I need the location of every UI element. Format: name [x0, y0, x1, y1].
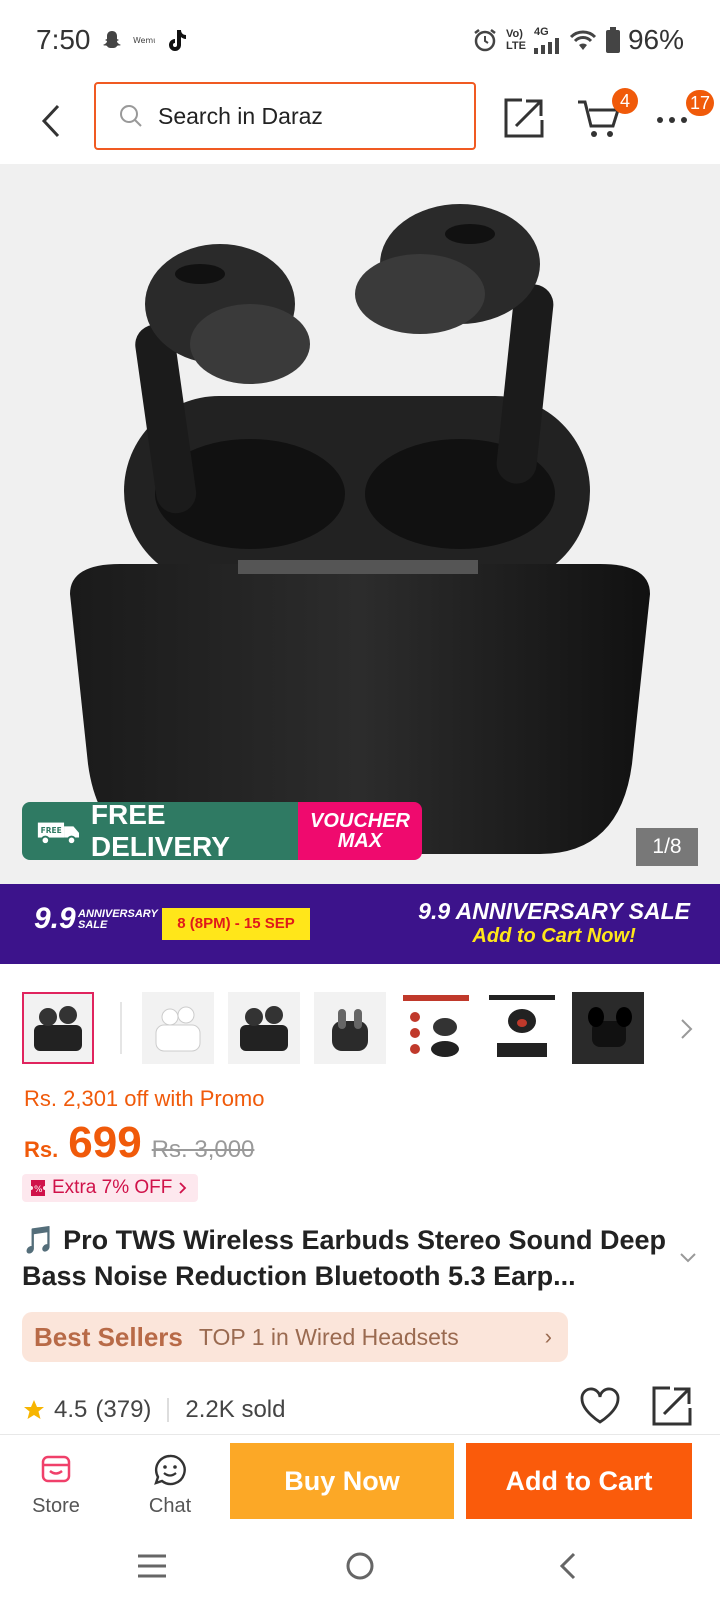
product-image[interactable]	[0, 164, 720, 884]
chat-label: Chat	[148, 1495, 192, 1517]
store-icon	[41, 1455, 71, 1483]
thumbnail-2[interactable]	[142, 992, 214, 1064]
status-bar: 7:50 Wemu Vo) LTE 4G 96%	[0, 0, 720, 80]
home-icon[interactable]	[340, 1548, 380, 1584]
sold-count: 2.2K sold	[185, 1396, 286, 1423]
store-button[interactable]: Store	[16, 1453, 96, 1518]
back-icon[interactable]	[30, 98, 76, 144]
store-label: Store	[32, 1495, 80, 1517]
voucher-line2: MAX	[337, 830, 383, 852]
sale-banner[interactable]: 9.9 ANNIVERSARY SALE 8 (8PM) - 15 SEP 9.…	[0, 884, 720, 964]
battery-level: 96%	[627, 24, 684, 55]
volte-indicator: Vo) LTE	[505, 28, 526, 52]
rating-value: 4.5	[54, 1396, 88, 1423]
thumbnail-earbuds-grey	[332, 1009, 368, 1051]
svg-text:%: %	[34, 1185, 43, 1195]
sale-date: 8 (8PM) - 15 SEP	[162, 908, 310, 940]
thumbnail-divider	[120, 1002, 122, 1054]
free-delivery-left: FREE FREE DELIVERY	[22, 802, 298, 860]
chevron-right-icon[interactable]	[674, 1014, 698, 1044]
best-sellers-text: TOP 1 in Wired Headsets	[198, 1323, 459, 1350]
thumbnail-infographic	[403, 995, 469, 1057]
search-input[interactable]: Search in Daraz	[94, 82, 476, 150]
star-icon	[24, 1400, 44, 1419]
search-placeholder: Search in Daraz	[158, 102, 323, 129]
thumbnail-3[interactable]	[228, 992, 300, 1064]
tiktok-icon	[168, 30, 186, 51]
notifications-badge: 17	[686, 90, 715, 116]
divider	[167, 1398, 170, 1422]
back-nav-icon[interactable]	[548, 1548, 588, 1584]
voucher-max-badge: VOUCHER MAX	[298, 802, 422, 860]
voucher-line1: VOUCHER	[309, 810, 410, 832]
status-time: 7:50	[36, 24, 91, 55]
chevron-right-icon: ›	[544, 1324, 552, 1349]
price-currency: Rs.	[24, 1137, 59, 1162]
app-icon: Wemu	[133, 36, 155, 45]
earbuds-image	[70, 204, 650, 854]
extra-off-label: Extra 7% OFF	[52, 1177, 173, 1198]
sale-title: 9.9 ANNIVERSARY SALE	[418, 898, 690, 924]
search-icon	[120, 105, 142, 127]
free-delivery-badge: FREE FREE DELIVERY VOUCHER MAX	[22, 802, 422, 860]
delivery-truck-icon: FREE	[37, 822, 80, 846]
chat-icon	[154, 1454, 186, 1486]
price-row: Rs. 699 Rs. 3,000	[24, 1118, 254, 1168]
thumbnail-1[interactable]	[22, 992, 94, 1064]
signal-icon	[533, 37, 559, 54]
battery-icon	[605, 27, 620, 53]
snapchat-icon	[102, 31, 121, 48]
thumbnail-earbuds-black-2	[240, 1006, 288, 1051]
best-sellers-brand: Best Sellers	[34, 1321, 183, 1352]
cart-button[interactable]: 4	[576, 88, 638, 142]
header: Search in Daraz 4 17	[0, 80, 720, 164]
thumbnail-earbuds-dark	[588, 1007, 632, 1047]
product-title: 🎵 Pro TWS Wireless Earbuds Stereo Sound …	[22, 1225, 667, 1291]
extra-off-chip[interactable]: % Extra 7% OFF	[22, 1174, 199, 1202]
signal-indicator: 4G	[533, 26, 560, 54]
buy-now-button[interactable]: Buy Now	[230, 1443, 454, 1519]
review-count: (379)	[95, 1396, 152, 1423]
svg-text:Wemu: Wemu	[133, 36, 155, 45]
promo-text: Rs. 2,301 off with Promo	[24, 1086, 265, 1111]
thumbnail-earbuds-black	[34, 1006, 82, 1051]
chat-button[interactable]: Chat	[130, 1453, 210, 1518]
free-delivery-label: FREE DELIVERY	[90, 802, 230, 860]
share-icon[interactable]	[502, 96, 546, 140]
thumbnail-strip	[0, 990, 720, 1068]
price-current: 699	[68, 1118, 142, 1167]
share-icon[interactable]	[650, 1384, 694, 1428]
thumbnail-earbuds-white	[155, 1006, 201, 1052]
thumbnail-7[interactable]	[572, 992, 644, 1064]
cart-count-badge: 4	[612, 88, 638, 114]
system-nav-bar	[0, 1522, 720, 1608]
thumbnail-infographic-2	[489, 995, 555, 1057]
add-to-cart-button[interactable]: Add to Cart	[466, 1443, 692, 1519]
heart-icon[interactable]	[578, 1384, 622, 1428]
wifi-icon	[569, 30, 597, 50]
thumbnail-5[interactable]	[400, 992, 472, 1064]
chevron-right-icon	[179, 1182, 187, 1194]
sale-title-block: 9.9 ANNIVERSARY SALE Add to Cart Now!	[418, 898, 690, 948]
image-counter: 1/8	[636, 828, 698, 866]
thumbnail-4[interactable]	[314, 992, 386, 1064]
price-original: Rs. 3,000	[151, 1136, 255, 1163]
best-sellers-banner[interactable]: Best Sellers TOP 1 in Wired Headsets ›	[22, 1312, 568, 1362]
alarm-icon	[474, 29, 496, 52]
sale-logo: 9.9 ANNIVERSARY SALE	[34, 902, 158, 936]
voucher-icon: %	[31, 1180, 45, 1196]
recent-apps-icon[interactable]	[132, 1548, 172, 1584]
more-button[interactable]: 17	[654, 90, 715, 140]
thumbnail-6[interactable]	[486, 992, 558, 1064]
free-label: FREE	[41, 826, 62, 835]
chevron-down-icon[interactable]	[678, 1250, 698, 1266]
sale-cta: Add to Cart Now!	[472, 925, 636, 947]
sale-logo-big: 9.9	[34, 902, 76, 935]
